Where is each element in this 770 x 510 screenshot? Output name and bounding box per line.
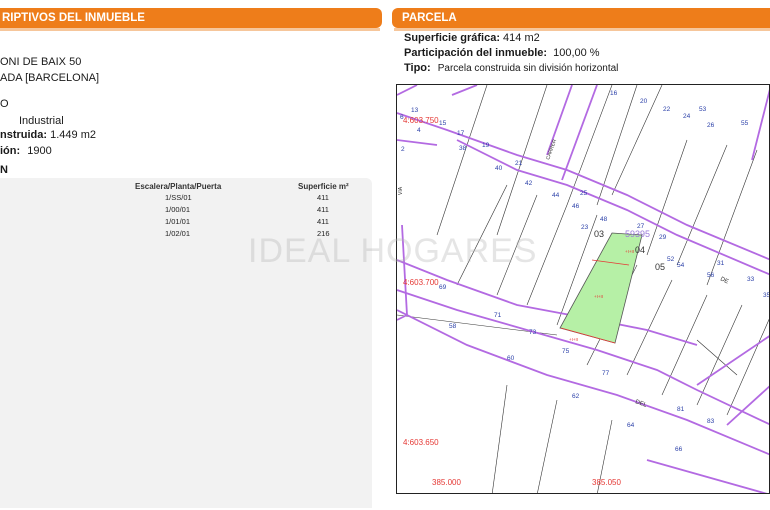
road-number: 2 bbox=[401, 146, 405, 153]
road-number: 22 bbox=[663, 106, 671, 113]
road-number: 6 bbox=[400, 114, 404, 121]
road-number: 35 bbox=[763, 292, 770, 299]
participation-value: 100,00 % bbox=[553, 47, 600, 59]
cadastral-map[interactable]: 4:603.750 4:603.700 4:603.650 385.000 38… bbox=[396, 84, 770, 494]
table-cell: 1/SS/01 bbox=[165, 193, 192, 202]
road-number: 71 bbox=[494, 312, 502, 319]
road-numbers-top: 13 15 17 19 21 38 40 42 44 46 48 25 27 2… bbox=[400, 90, 770, 299]
road-number: 64 bbox=[627, 422, 635, 429]
left-header-divider bbox=[0, 28, 380, 31]
type-label: Tipo: bbox=[404, 62, 431, 74]
height-label: +I+II bbox=[625, 249, 634, 254]
coord-label: 385.050 bbox=[592, 478, 621, 487]
road-number: 23 bbox=[581, 224, 589, 231]
road-number: 33 bbox=[747, 276, 755, 283]
coord-label: 385.000 bbox=[432, 478, 461, 487]
table-cell: 411 bbox=[317, 193, 329, 202]
road-number: 27 bbox=[637, 223, 645, 230]
map-svg: 4:603.750 4:603.700 4:603.650 385.000 38… bbox=[397, 85, 770, 493]
section-letter: O bbox=[0, 98, 9, 110]
right-header-title: PARCELA bbox=[402, 12, 457, 24]
parcel-reference: 59395 bbox=[625, 229, 650, 239]
road-number: 4 bbox=[417, 127, 421, 134]
surface-value: 414 m2 bbox=[503, 32, 540, 44]
table-cell: 411 bbox=[317, 205, 329, 214]
year-label: ión: bbox=[0, 145, 21, 157]
road-number: 38 bbox=[459, 145, 467, 152]
road-number: 48 bbox=[600, 216, 608, 223]
parcel-label: 04 bbox=[635, 245, 645, 255]
coord-label: 4:603.700 bbox=[403, 278, 439, 287]
road-number: 81 bbox=[677, 406, 685, 413]
road-number: 21 bbox=[515, 160, 523, 167]
coord-label: 4:603.650 bbox=[403, 438, 439, 447]
table-cell: 1/00/01 bbox=[165, 205, 191, 214]
units-section-letter: N bbox=[0, 164, 8, 176]
parcel-label: 05 bbox=[655, 262, 665, 272]
table-cell: 1/02/01 bbox=[165, 229, 191, 238]
road-number: 54 bbox=[677, 262, 685, 269]
road-number: 75 bbox=[562, 348, 570, 355]
road-number: 46 bbox=[572, 203, 580, 210]
road-numbers-bottom: 69 71 73 75 77 58 60 62 64 66 81 83 52 5… bbox=[439, 256, 715, 453]
participation-label: Participación del inmueble: bbox=[404, 47, 548, 59]
road-number: 31 bbox=[717, 260, 725, 267]
road-number: 13 bbox=[411, 107, 419, 114]
left-section-header: RIPTIVOS DEL INMUEBLE bbox=[0, 8, 382, 28]
address-line-2: ADA [BARCELONA] bbox=[0, 72, 100, 84]
road-number: 83 bbox=[707, 418, 715, 425]
road-number: 44 bbox=[552, 192, 560, 199]
right-section-header: PARCELA bbox=[392, 8, 770, 28]
type-value: Parcela construida sin división horizont… bbox=[437, 63, 619, 74]
built-area-value: 1.449 m2 bbox=[50, 129, 96, 141]
road-number: 26 bbox=[707, 122, 715, 129]
use-value: Industrial bbox=[19, 115, 64, 127]
street-label: VIA bbox=[398, 186, 404, 195]
road-number: 24 bbox=[683, 113, 691, 120]
road-number: 73 bbox=[529, 329, 537, 336]
left-header-title: RIPTIVOS DEL INMUEBLE bbox=[2, 12, 145, 24]
coord-label: 4:603.750 bbox=[403, 116, 439, 125]
year-value: 1900 bbox=[27, 145, 52, 157]
right-header-divider bbox=[394, 28, 770, 31]
road-number: 20 bbox=[640, 98, 648, 105]
road-number: 55 bbox=[741, 120, 749, 127]
parcel-label: 03 bbox=[594, 229, 604, 239]
road-number: 52 bbox=[667, 256, 675, 263]
height-label: +I+II bbox=[569, 337, 578, 342]
street-label: DEL bbox=[634, 399, 648, 409]
built-area-label: nstruida: bbox=[0, 129, 48, 141]
table-cell: 1/01/01 bbox=[165, 217, 191, 226]
units-table: Escalera/Planta/Puerta Superficie m² 1/S… bbox=[0, 178, 372, 508]
road-number: 56 bbox=[707, 272, 715, 279]
surface-label: Superficie gráfica: bbox=[404, 32, 500, 44]
road-number: 53 bbox=[699, 106, 707, 113]
table-cell: 216 bbox=[317, 229, 330, 238]
road-number: 77 bbox=[602, 370, 610, 377]
road-number: 25 bbox=[580, 190, 588, 197]
road-number: 62 bbox=[572, 393, 580, 400]
height-label: +I+II bbox=[594, 294, 603, 299]
road-number: 60 bbox=[507, 355, 515, 362]
road-number: 29 bbox=[659, 234, 667, 241]
street-label: DE bbox=[719, 276, 729, 285]
road-number: 42 bbox=[525, 180, 533, 187]
table-cell: 411 bbox=[317, 217, 329, 226]
road-number: 17 bbox=[457, 130, 465, 137]
table-header-location: Escalera/Planta/Puerta bbox=[135, 182, 222, 191]
road-number: 40 bbox=[495, 165, 503, 172]
road-number: 69 bbox=[439, 284, 447, 291]
road-number: 66 bbox=[675, 446, 683, 453]
road-number: 58 bbox=[449, 323, 457, 330]
address-line-1: ONI DE BAIX 50 bbox=[0, 56, 82, 68]
street-label: CARRER bbox=[545, 138, 558, 160]
table-header-surface: Superficie m² bbox=[298, 182, 349, 191]
road-number: 15 bbox=[439, 120, 447, 127]
road-number: 16 bbox=[610, 90, 618, 97]
road-number: 19 bbox=[482, 142, 490, 149]
